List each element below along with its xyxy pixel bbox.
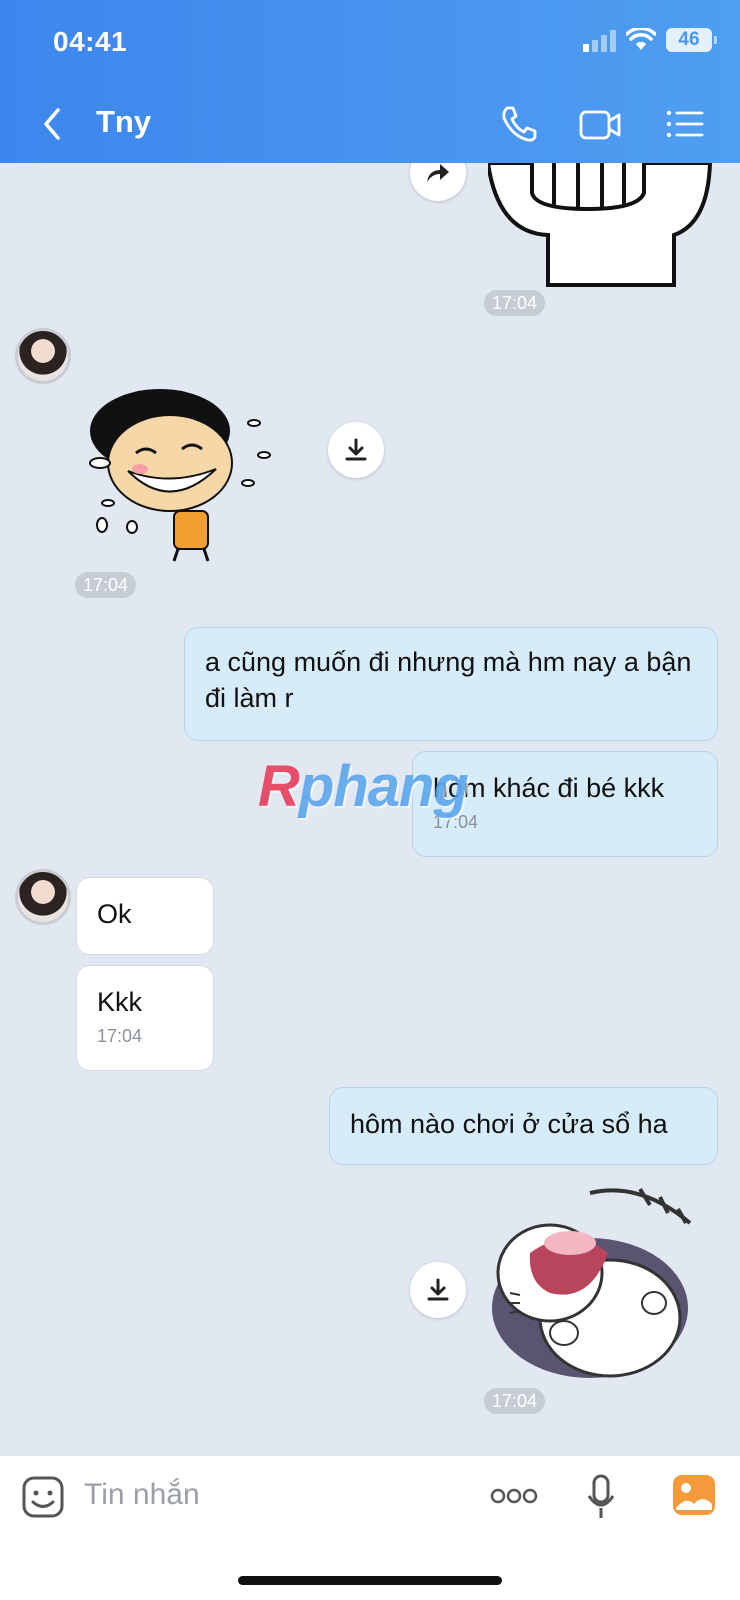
timestamp: 17:04 [484,290,546,316]
forward-icon [427,164,449,182]
video-icon[interactable] [578,104,622,144]
download-button[interactable] [410,1262,466,1318]
avatar[interactable] [15,328,71,384]
message-input[interactable]: Tin nhắn [84,1478,200,1512]
home-indicator [238,1576,502,1585]
message-time: 17:04 [97,1026,143,1046]
emoji-icon[interactable] [22,1476,64,1518]
mic-icon[interactable] [586,1474,616,1520]
contact-name[interactable]: Tny [96,104,151,140]
message-list[interactable]: 17:04 17:04 a cũng muốn đi nhưng mà hm n… [0,163,740,1456]
timestamp: 17:04 [75,572,137,598]
wifi-icon [626,28,656,50]
chat-header: 04:41 46 Tny [0,0,740,163]
download-icon [427,1278,449,1301]
sent-message[interactable]: a cũng muốn đi nhưng mà hm nay a bận đi … [184,627,718,741]
message-text: hôm nào chơi ở cửa sổ ha [350,1109,668,1139]
forward-button[interactable] [410,163,466,201]
download-icon [345,438,367,461]
sticker-smile[interactable] [488,163,718,287]
sent-message[interactable]: hôm nào chơi ở cửa sổ ha [329,1087,718,1165]
received-message[interactable]: Kkk 17:04 [76,965,214,1071]
message-text: Ok [97,899,132,929]
menu-icon[interactable] [664,104,708,144]
received-message[interactable]: Ok [76,877,214,955]
message-text: Kkk [97,987,143,1017]
status-time: 04:41 [53,26,128,57]
back-icon[interactable] [38,106,66,142]
sticker-laughing-boy[interactable] [78,383,278,563]
status-icons: 46 [583,28,717,52]
sticker-laughing-cat[interactable] [490,1183,710,1393]
signal-icon [583,28,616,52]
avatar[interactable] [15,869,71,925]
timestamp: 17:04 [484,1388,546,1414]
message-text: a cũng muốn đi nhưng mà hm nay a bận đi … [205,647,692,713]
download-button[interactable] [328,422,384,478]
battery-icon: 46 [666,28,717,52]
gallery-icon[interactable] [672,1474,716,1516]
phone-icon[interactable] [498,104,542,144]
message-time: 17:04 [433,812,479,832]
more-icon[interactable] [490,1486,538,1506]
watermark-logo: Rphang [258,754,469,819]
